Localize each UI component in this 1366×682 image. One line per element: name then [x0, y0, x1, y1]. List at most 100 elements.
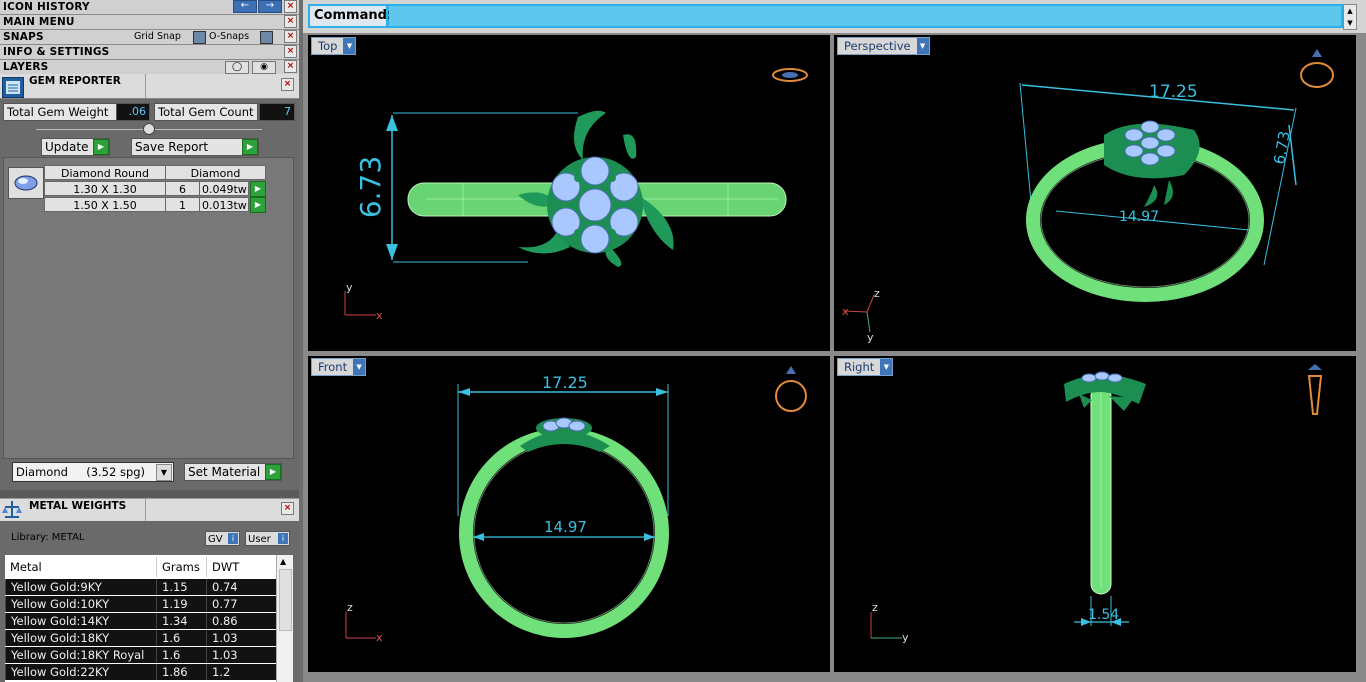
command-scroll-button[interactable]: ▲ ▼	[1343, 4, 1357, 30]
dim-label-vertical: 6.73	[354, 156, 387, 218]
dim-label-inner: 14.97	[544, 518, 587, 536]
menu-snaps[interactable]: SNAPS Grid Snap O-Snaps ×	[0, 30, 299, 45]
dim-label-side: 6.73	[1270, 130, 1294, 166]
set-material-label: Set Material	[188, 465, 261, 479]
round-diamond-icon[interactable]	[8, 167, 44, 199]
grid-snap-toggle[interactable]	[193, 31, 206, 44]
metal-dwt-cell: 1.2	[206, 664, 276, 680]
save-report-button[interactable]: Save Report ▶	[131, 138, 259, 156]
axis-label-x: x	[376, 631, 383, 644]
play-icon[interactable]: ▶	[250, 197, 266, 213]
metal-grams-cell: 1.6	[156, 630, 206, 646]
gem-reporter-title: GEM REPORTER	[29, 75, 121, 87]
total-gem-weight-value: .06	[116, 103, 150, 121]
user-button[interactable]: User i	[245, 531, 290, 546]
scroll-thumb[interactable]	[279, 569, 292, 631]
back-arrow-icon[interactable]: ←	[233, 0, 257, 13]
gem-report-icon	[2, 77, 24, 98]
user-label: User	[248, 534, 271, 545]
left-panel: ICON HISTORY ← → × MAIN MENU × SNAPS Gri…	[0, 0, 299, 682]
close-icon[interactable]: ×	[284, 30, 297, 43]
command-bar: Command: ▲ ▼	[303, 0, 1366, 33]
command-label: Command:	[310, 6, 392, 26]
close-icon[interactable]: ×	[281, 502, 294, 515]
set-material-button[interactable]: Set Material ▶	[184, 463, 282, 481]
menu-main-menu[interactable]: MAIN MENU ×	[0, 15, 299, 30]
close-icon[interactable]: ×	[284, 60, 297, 73]
menu-layers[interactable]: LAYERS ◯ ◉ ×	[0, 60, 299, 75]
viewport-front[interactable]: Front ▼ 17.25 14.97 z x	[307, 355, 831, 673]
leaf	[574, 110, 606, 160]
column-header-grams: Grams	[156, 557, 206, 577]
gem-reporter-header: GEM REPORTER ×	[0, 74, 299, 99]
command-input[interactable]	[389, 6, 1341, 26]
perspective-head	[1104, 120, 1200, 207]
perspective-view-drawing: 17.25 6.73 14.97 z x y	[842, 49, 1334, 344]
layer-toggle-icon[interactable]: ◯	[225, 61, 249, 74]
axis-label-y: y	[902, 631, 909, 644]
chevron-down-icon[interactable]: ▼	[156, 464, 172, 481]
axis-label-x: x	[376, 309, 383, 322]
header-material: Diamond	[165, 165, 266, 180]
metal-metal-cell: Yellow Gold:14KY	[5, 613, 156, 629]
grid-snap-label: Grid Snap	[134, 31, 181, 42]
o-snaps-label: O-Snaps	[209, 31, 250, 42]
metal-table: Metal Grams DWT Yellow Gold:9KY 1.15 0.74 Y…	[5, 555, 276, 682]
dim-label-inner: 14.97	[1119, 209, 1159, 225]
forward-arrow-icon[interactable]: →	[258, 0, 282, 13]
menu-info-settings[interactable]: INFO & SETTINGS ×	[0, 45, 299, 60]
gem-weight: 0.049tw	[199, 181, 249, 196]
metal-weights-title: METAL WEIGHTS	[29, 500, 127, 512]
viewport-right[interactable]: Right ▼ 1.54 z y	[833, 355, 1357, 673]
gv-button[interactable]: GV i	[205, 531, 240, 546]
dim-arrow	[386, 115, 398, 131]
metal-grams-cell: 1.6	[156, 647, 206, 663]
scrollbar[interactable]: ▲	[276, 555, 293, 682]
right-view-drawing: 1.54 z y	[870, 364, 1323, 644]
dim-label-width: 1.54	[1088, 607, 1119, 623]
save-report-label: Save Report	[135, 140, 209, 154]
play-icon: ▶	[265, 464, 281, 480]
metal-dwt-cell: 0.86	[206, 613, 276, 629]
gem-count: 1	[165, 197, 200, 212]
dim-label-top: 17.25	[1149, 82, 1198, 102]
scroll-up-icon[interactable]: ▲	[280, 557, 286, 566]
update-button[interactable]: Update ▶	[41, 138, 110, 156]
close-icon[interactable]: ×	[281, 78, 294, 91]
slider-handle[interactable]	[143, 123, 155, 135]
ring-front-icon	[775, 366, 807, 412]
axis-label-z: z	[347, 601, 353, 614]
metal-metal-cell: Yellow Gold:10KY	[5, 596, 156, 612]
gem-weight: 0.013tw	[199, 197, 249, 212]
metal-metal-cell: Yellow Gold:18KY Royal	[5, 647, 156, 663]
menu-label: ICON HISTORY	[3, 1, 90, 13]
viewport-top[interactable]: Top ▼ 6.73 y x	[307, 34, 831, 352]
menu-label: LAYERS	[3, 61, 49, 73]
column-header-dwt: DWT	[206, 557, 266, 577]
table-row[interactable]: 1.50 X 1.50 1 0.013tw ▶	[44, 197, 266, 213]
close-icon[interactable]: ×	[284, 0, 297, 13]
column-header-metal: Metal	[10, 560, 42, 574]
axis-label-z: z	[874, 287, 880, 300]
o-snaps-toggle[interactable]	[260, 31, 273, 44]
viewport-perspective[interactable]: Perspective ▼ 17.25 6.73 14.97 z x y	[833, 34, 1357, 352]
header-shape: Diamond Round	[44, 165, 166, 180]
play-icon[interactable]: ▶	[250, 181, 266, 197]
table-row[interactable]: 1.30 X 1.30 6 0.049tw ▶	[44, 181, 266, 197]
menu-icon-history[interactable]: ICON HISTORY ← → ×	[0, 0, 299, 15]
menu-label: SNAPS	[3, 31, 44, 43]
metal-dwt-cell: 1.03	[206, 630, 276, 646]
metal-metal-cell: Yellow Gold:18KY	[5, 630, 156, 646]
close-icon[interactable]: ×	[284, 45, 297, 58]
material-select[interactable]: Diamond (3.52 spg) ▼	[12, 462, 174, 482]
gem-count: 6	[165, 181, 200, 196]
info-icon: i	[228, 533, 238, 544]
gem-size: 1.30 X 1.30	[44, 181, 166, 196]
play-icon: ▶	[242, 139, 258, 155]
metal-grams-cell: 1.86	[156, 664, 206, 680]
command-row: Command:	[308, 4, 1344, 28]
axis-label-y: y	[346, 281, 353, 294]
close-icon[interactable]: ×	[284, 15, 297, 28]
eye-icon[interactable]: ◉	[252, 61, 276, 74]
metal-weights-header: METAL WEIGHTS ×	[0, 498, 299, 521]
